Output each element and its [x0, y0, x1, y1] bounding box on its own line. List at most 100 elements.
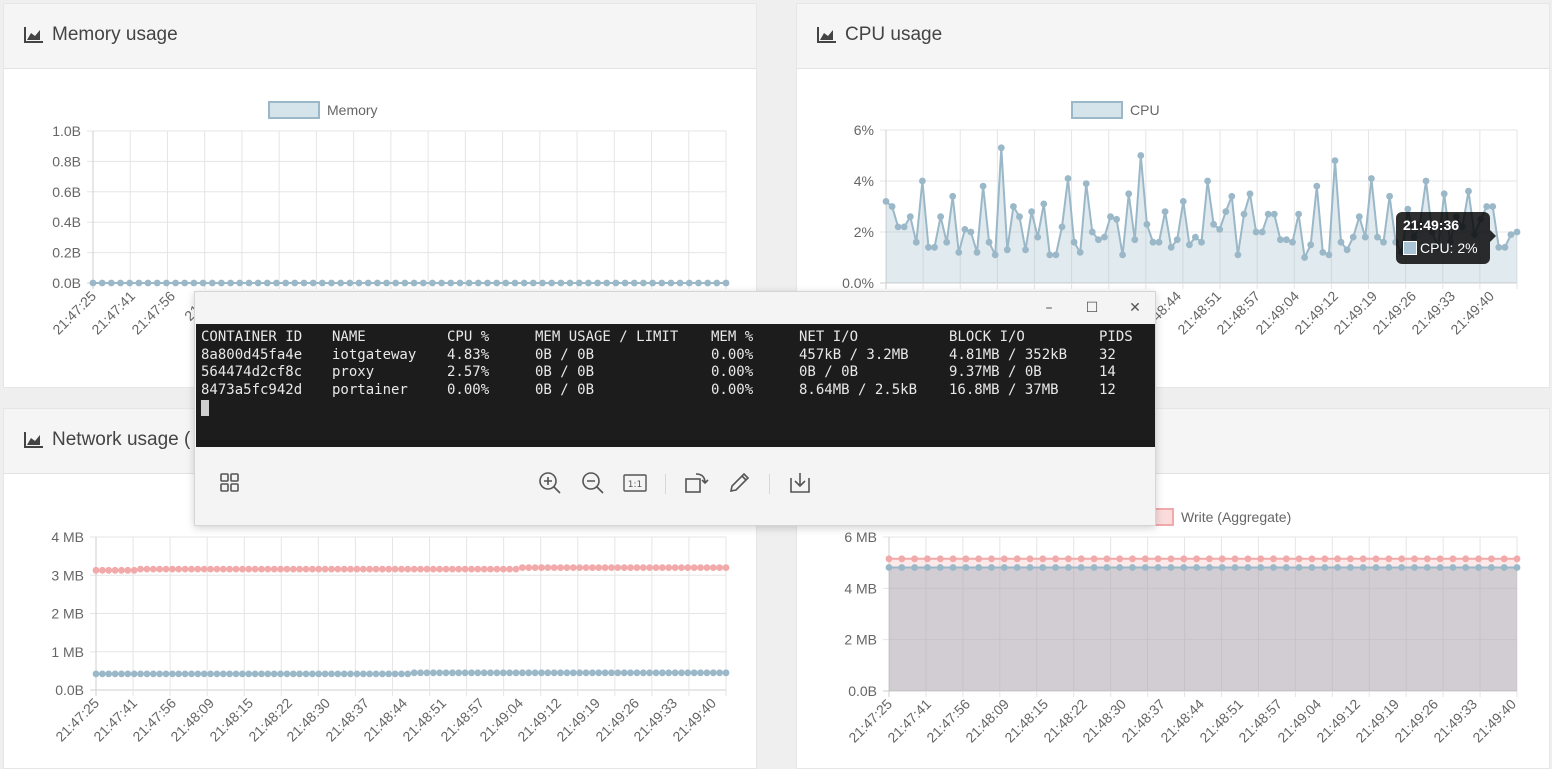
- terminal-cell: 0.00%: [711, 346, 754, 363]
- data-point: [328, 279, 335, 287]
- data-point: [1325, 251, 1333, 259]
- data-point: [1216, 226, 1224, 233]
- data-point: [1228, 192, 1236, 200]
- data-point: [337, 279, 345, 287]
- data-point: [493, 279, 501, 287]
- data-point: [283, 565, 291, 573]
- data-point: [585, 279, 592, 287]
- data-point: [273, 279, 280, 287]
- data-point: [612, 279, 620, 287]
- data-point: [456, 279, 464, 287]
- terminal-cell: 16.8MB / 37MB: [949, 381, 1059, 398]
- data-point: [487, 565, 494, 573]
- data-point: [949, 555, 957, 563]
- data-point: [374, 279, 381, 287]
- data-point: [975, 555, 983, 563]
- data-point: [975, 564, 983, 571]
- data-point: [289, 670, 297, 678]
- data-point: [697, 669, 704, 677]
- data-point: [213, 670, 221, 678]
- data-point: [888, 203, 896, 210]
- data-point: [153, 279, 161, 287]
- edit-icon[interactable]: [726, 470, 752, 496]
- data-point: [709, 669, 717, 677]
- data-point: [646, 669, 653, 677]
- data-point: [194, 565, 202, 573]
- data-point: [525, 564, 533, 571]
- data-point: [685, 279, 693, 287]
- data-point: [659, 564, 666, 571]
- data-point: [601, 564, 609, 571]
- y-tick-label: 0.6B: [52, 184, 81, 200]
- data-point: [340, 670, 348, 678]
- data-point: [296, 670, 303, 678]
- rotate-icon[interactable]: [683, 470, 709, 496]
- data-point: [89, 279, 97, 287]
- data-point: [364, 279, 372, 287]
- data-point: [695, 279, 702, 287]
- data-point: [506, 669, 513, 677]
- data-point: [391, 670, 399, 678]
- data-point: [318, 279, 326, 287]
- data-point: [334, 565, 342, 573]
- data-point: [99, 670, 106, 678]
- data-point: [436, 669, 443, 677]
- data-point: [925, 243, 932, 251]
- data-point: [484, 279, 491, 287]
- data-point: [713, 279, 721, 287]
- data-point: [429, 669, 437, 677]
- data-point: [1501, 243, 1509, 251]
- data-point: [309, 279, 317, 287]
- grid-icon[interactable]: [217, 470, 243, 496]
- actual-size-icon[interactable]: 1:1: [622, 470, 648, 496]
- data-point: [499, 669, 507, 677]
- data-point: [973, 249, 981, 256]
- download-icon[interactable]: [787, 470, 813, 496]
- data-point: [1372, 564, 1380, 571]
- terminal-output: CONTAINER ID NAME CPU % MEM USAGE / LIMIT ME…: [196, 324, 1155, 447]
- data-point: [997, 144, 1005, 152]
- data-point: [355, 279, 363, 287]
- legend-label: Write (Aggregate): [1181, 509, 1291, 525]
- close-button[interactable]: ✕: [1123, 298, 1147, 318]
- data-point: [649, 279, 656, 287]
- data-point: [1210, 220, 1217, 228]
- data-point: [690, 669, 698, 677]
- data-point: [639, 564, 647, 571]
- data-point: [232, 565, 240, 573]
- data-point: [589, 669, 596, 677]
- data-point: [1016, 213, 1023, 221]
- maximize-button[interactable]: ☐: [1080, 298, 1104, 318]
- zoom-out-icon[interactable]: [580, 470, 606, 496]
- terminal-cell: 0B / 0B: [535, 346, 595, 363]
- data-point: [1449, 555, 1457, 563]
- image-viewer-window[interactable]: – ☐ ✕ CONTAINER ID NAME CPU % MEM USAGE / L…: [194, 291, 1156, 526]
- data-point: [1218, 564, 1226, 571]
- data-point: [1103, 564, 1111, 571]
- minimize-button[interactable]: –: [1037, 298, 1061, 318]
- data-point: [200, 565, 208, 573]
- data-point: [1436, 555, 1444, 563]
- data-point: [1440, 190, 1448, 198]
- data-point: [1359, 564, 1367, 571]
- data-point: [1334, 555, 1341, 563]
- y-tick-label: 0.4B: [52, 214, 81, 230]
- data-point: [1218, 555, 1226, 563]
- data-point: [385, 565, 393, 573]
- data-point: [149, 565, 157, 573]
- data-point: [1088, 228, 1096, 236]
- data-point: [620, 669, 628, 677]
- data-point: [511, 279, 519, 287]
- data-point: [181, 279, 189, 287]
- data-point: [582, 564, 590, 571]
- data-point: [1361, 233, 1369, 241]
- data-point: [1231, 555, 1239, 563]
- data-point: [270, 565, 278, 573]
- data-point: [1058, 223, 1066, 231]
- zoom-in-icon[interactable]: [537, 470, 563, 496]
- data-point: [703, 669, 711, 677]
- data-point: [575, 279, 583, 287]
- data-point: [544, 669, 552, 677]
- data-point: [525, 669, 533, 677]
- data-point: [1308, 555, 1316, 563]
